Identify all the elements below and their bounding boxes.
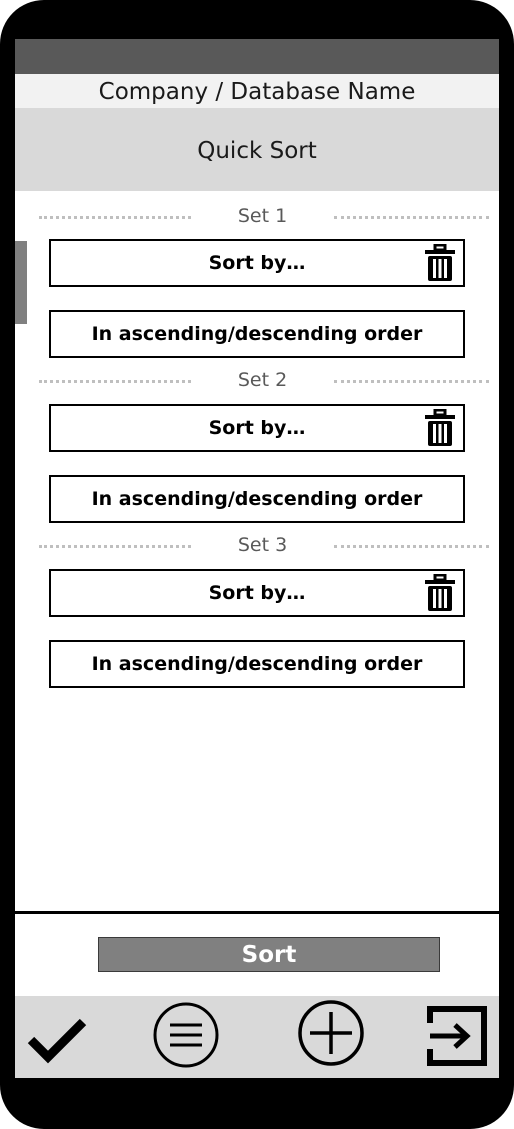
sort-by-field-3[interactable]: Sort by… [49, 569, 465, 617]
sort-by-field-2[interactable]: Sort by… [49, 404, 465, 452]
sort-by-label: Sort by… [208, 582, 306, 604]
add-icon[interactable] [297, 999, 365, 1067]
set-header-1: Set 1 [39, 204, 489, 228]
divider [334, 380, 489, 383]
sort-by-label: Sort by… [208, 252, 306, 274]
exit-icon[interactable] [426, 1005, 488, 1067]
order-field-1[interactable]: In ascending/descending order [49, 310, 465, 358]
set-header-3: Set 3 [39, 533, 489, 557]
status-bar [15, 39, 499, 74]
scrollbar[interactable] [15, 241, 27, 324]
divider [334, 545, 489, 548]
set-label: Set 3 [237, 534, 288, 556]
set-label: Set 2 [237, 369, 288, 391]
phone-frame: Company / Database Name Quick Sort Set 1… [0, 0, 514, 1129]
divider [39, 216, 191, 219]
order-label: In ascending/descending order [91, 323, 423, 345]
sort-by-field-1[interactable]: Sort by… [49, 239, 465, 287]
sort-by-label: Sort by… [208, 417, 306, 439]
divider [39, 545, 191, 548]
order-label: In ascending/descending order [91, 653, 423, 675]
order-label: In ascending/descending order [91, 488, 423, 510]
sort-button[interactable]: Sort [98, 937, 440, 972]
order-field-2[interactable]: In ascending/descending order [49, 475, 465, 523]
trash-icon[interactable] [425, 409, 455, 447]
page-title: Quick Sort [15, 108, 499, 191]
order-field-3[interactable]: In ascending/descending order [49, 640, 465, 688]
company-name: Company / Database Name [15, 74, 499, 108]
divider [334, 216, 489, 219]
trash-icon[interactable] [425, 244, 455, 282]
divider [15, 911, 499, 914]
set-header-2: Set 2 [39, 368, 489, 392]
divider [39, 380, 191, 383]
bottom-toolbar [15, 996, 499, 1078]
checkmark-icon[interactable] [27, 1014, 87, 1064]
menu-icon[interactable] [152, 1001, 220, 1069]
screen: Company / Database Name Quick Sort Set 1… [15, 39, 499, 1078]
trash-icon[interactable] [425, 574, 455, 612]
set-label: Set 1 [237, 205, 288, 227]
